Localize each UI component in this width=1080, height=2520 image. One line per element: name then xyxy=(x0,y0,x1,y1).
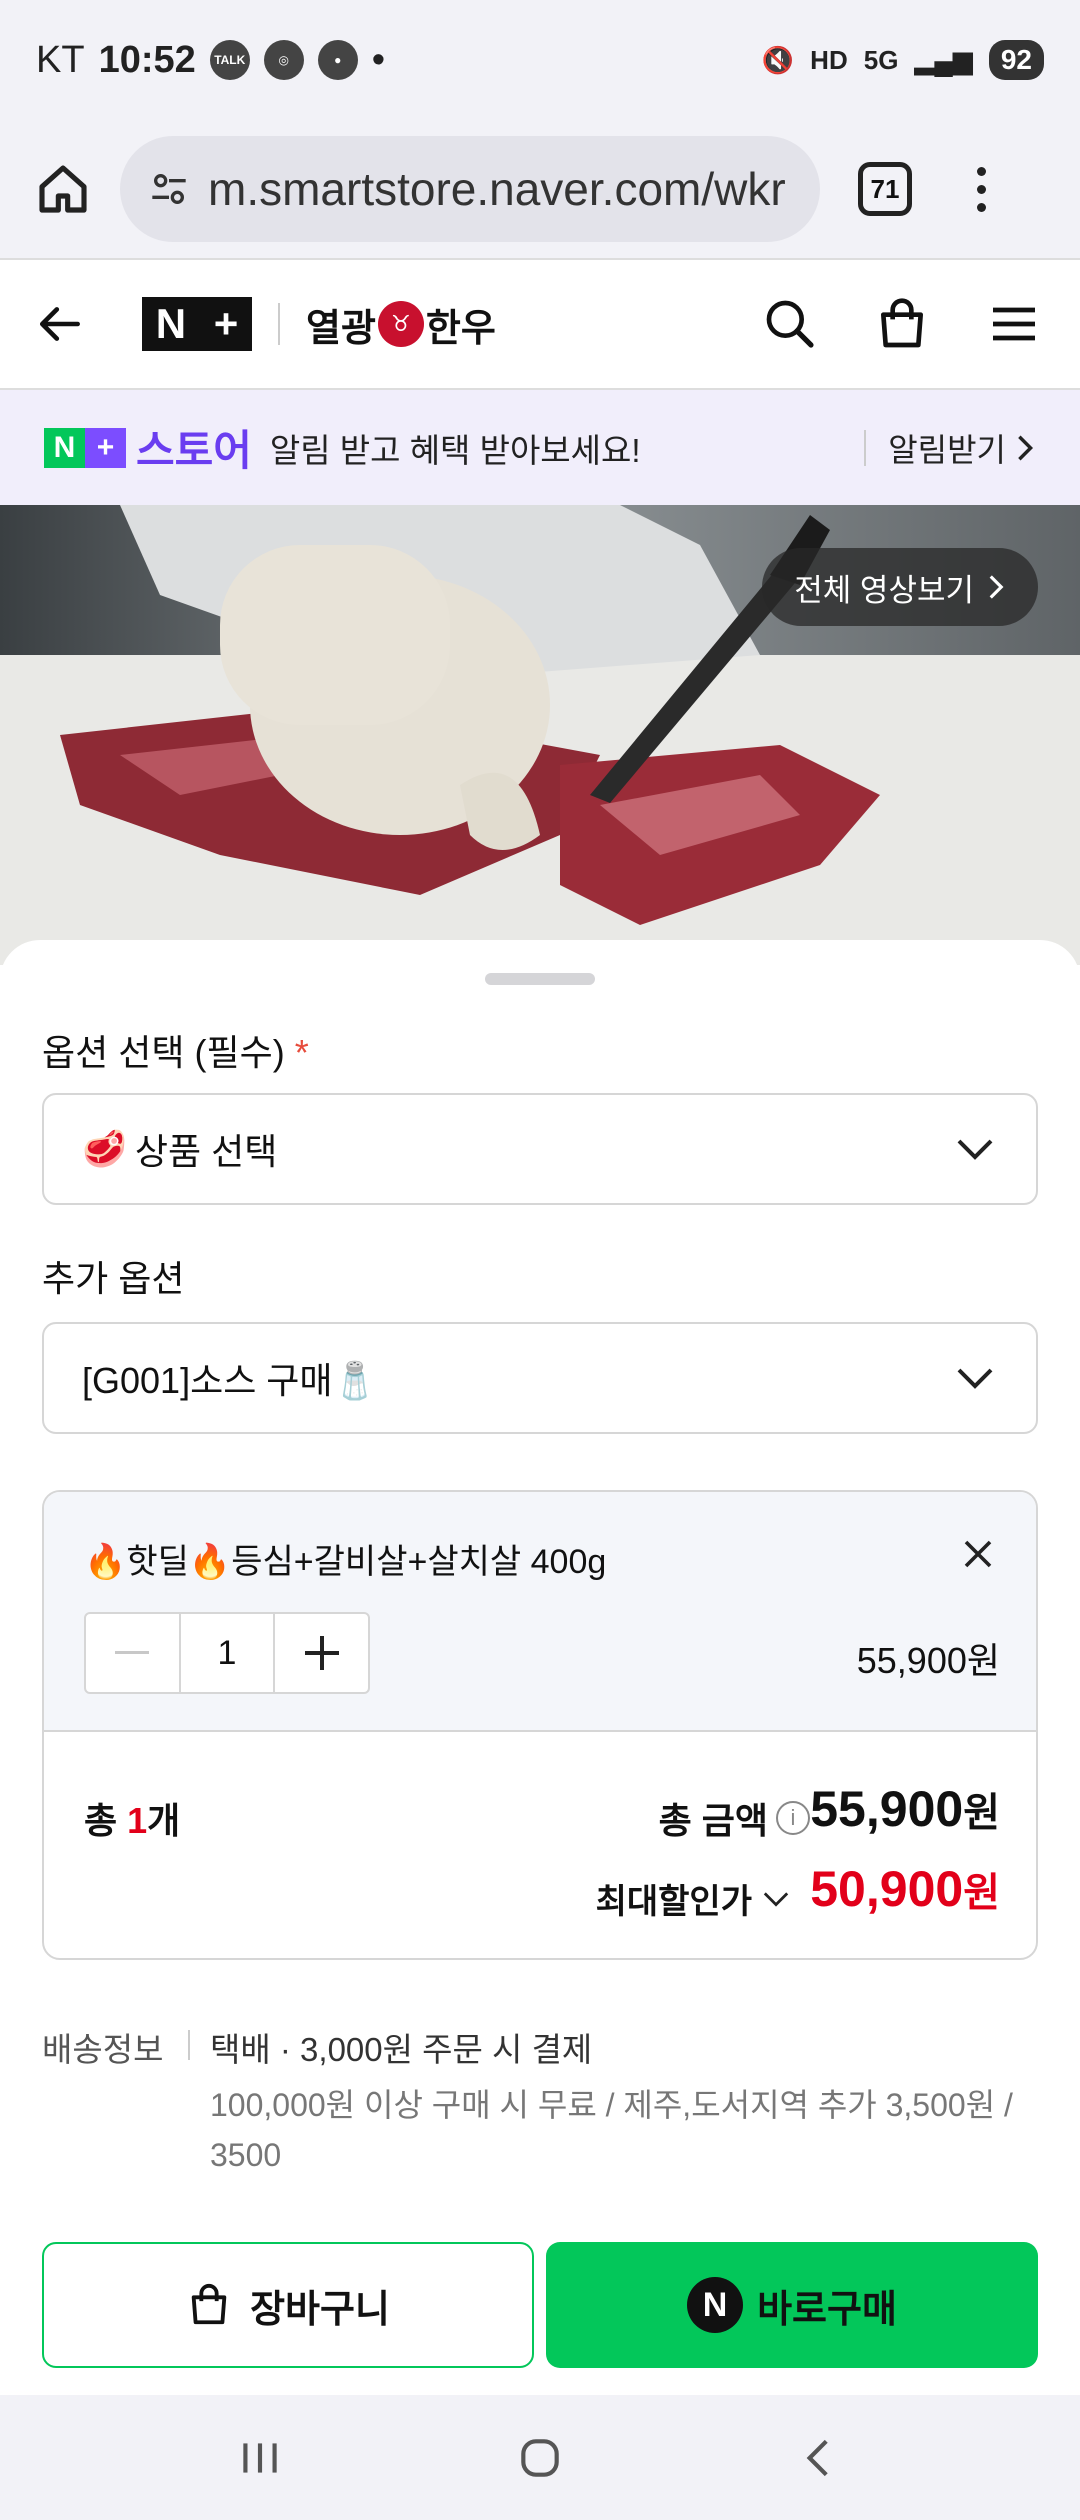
nplus-store-banner: N + 스토어 알림 받고 혜택 받아보세요! 알림받기 xyxy=(0,390,1080,505)
home-icon[interactable] xyxy=(28,154,98,224)
buy-now-button[interactable]: N 바로구매 xyxy=(546,2242,1038,2368)
5g-icon: 5G xyxy=(863,44,899,75)
browser-toolbar: m.smartstore.naver.com/wkr 71 xyxy=(0,120,1080,260)
banner-message: 알림 받고 혜택 받아보세요! xyxy=(269,431,641,469)
sheet-drag-handle[interactable] xyxy=(485,973,595,985)
chevron-right-icon xyxy=(1018,435,1034,460)
nplus-store-logo: N + 스토어 xyxy=(44,417,252,478)
notification-subscribe-button[interactable]: 알림받기 xyxy=(888,425,1036,471)
max-discount-label: 최대할인가 xyxy=(595,1883,752,1921)
option-bottom-sheet: 옵션 선택 (필수) * 🥩 상품 선택 추가 옵션 [G001]소스 구매🧂 … xyxy=(0,940,1080,2395)
selected-item-price: 55,900원 xyxy=(856,1640,1000,1681)
system-navigation-bar xyxy=(0,2395,1080,2520)
buy-now-label: 바로구매 xyxy=(757,2288,897,2331)
hd-icon: HD xyxy=(810,44,848,75)
full-video-label: 전체 영상보기 xyxy=(794,572,974,608)
naver-pay-icon: N xyxy=(687,2277,744,2333)
required-mark: * xyxy=(294,1032,309,1073)
total-count: 총 1개 xyxy=(84,1792,180,1844)
selected-item-title: 🔥핫딜🔥등심+갈비살+살치살 400g xyxy=(84,1543,607,1581)
required-option-text: 옵션 선택 (필수) xyxy=(42,1032,285,1073)
brand-prefix: 열광 xyxy=(306,307,376,350)
shopping-bag-icon[interactable] xyxy=(872,294,932,354)
brand-suffix: 한우 xyxy=(425,307,496,350)
quantity-value[interactable]: 1 xyxy=(178,1614,276,1692)
browser-menu-icon[interactable] xyxy=(966,166,996,212)
hamburger-menu-icon[interactable] xyxy=(984,294,1044,354)
url-field[interactable]: m.smartstore.naver.com/wkr xyxy=(120,136,820,242)
site-settings-icon[interactable] xyxy=(144,164,194,214)
banner-divider xyxy=(864,429,867,466)
product-option-placeholder: 상품 선택 xyxy=(134,1131,278,1172)
chevron-down-icon xyxy=(952,1355,998,1401)
meat-emoji-icon: 🥩 xyxy=(82,1128,127,1169)
store-brand-logo[interactable]: 열광 ♉ 한우 xyxy=(306,297,496,352)
mute-icon: 🔇 xyxy=(761,44,795,75)
total-amount-unit: 원 xyxy=(963,1791,1000,1835)
chevron-down-icon xyxy=(763,1891,789,1907)
back-arrow-icon[interactable] xyxy=(36,296,92,352)
chat-icon: ● xyxy=(317,40,358,80)
product-video[interactable]: 전체 영상보기 xyxy=(0,505,1080,965)
extra-option-value: [G001]소스 구매🧂 xyxy=(82,1360,378,1401)
max-discount-toggle[interactable]: 최대할인가 xyxy=(596,1874,790,1923)
total-count-suffix: 개 xyxy=(147,1800,181,1841)
tab-switcher-button[interactable]: 71 xyxy=(858,162,912,216)
add-to-cart-button[interactable]: 장바구니 xyxy=(42,2242,534,2368)
more-notifications-dot: • xyxy=(371,38,386,81)
naver-plus-logo[interactable]: N + xyxy=(142,297,252,351)
extra-option-select[interactable]: [G001]소스 구매🧂 xyxy=(42,1322,1038,1434)
full-video-button[interactable]: 전체 영상보기 xyxy=(762,548,1038,626)
max-discount-unit: 원 xyxy=(963,1871,1000,1915)
carrier-label: KT xyxy=(36,38,85,81)
recent-apps-icon[interactable] xyxy=(220,2418,300,2498)
quantity-stepper: 1 xyxy=(84,1612,370,1694)
talk-icon: TALK xyxy=(209,40,250,80)
status-bar: KT 10:52 TALK ◎ ● • 🔇 HD 5G ▂▄▆ 92 xyxy=(0,0,1080,120)
max-discount-value: 50,900 xyxy=(810,1861,964,1917)
shipping-method: 택배 · 3,000원 주문 시 결제 xyxy=(210,2031,593,2068)
shipping-conditions: 100,000원 이상 구매 시 무료 / 제주,도서지역 추가 3,500원 … xyxy=(210,2087,1013,2173)
chevron-down-icon xyxy=(952,1126,998,1172)
total-amount-label-text: 총 금액 xyxy=(658,1800,768,1841)
battery-level: 92 xyxy=(988,40,1044,80)
signal-icon: ▂▄▆ xyxy=(914,44,973,75)
shopping-bag-icon xyxy=(191,2283,227,2325)
app-notification-icon: ◎ xyxy=(263,40,304,80)
selected-item: 🔥핫딜🔥등심+갈비살+살치살 400g 1 55,900원 xyxy=(44,1492,1036,1732)
close-icon[interactable] xyxy=(956,1532,1000,1576)
total-amount-label: 총 금액 i xyxy=(659,1792,810,1844)
url-text: m.smartstore.naver.com/wkr xyxy=(208,163,786,215)
info-icon[interactable]: i xyxy=(776,1801,810,1835)
chevron-right-icon xyxy=(989,575,1004,599)
home-button-icon[interactable] xyxy=(500,2418,580,2498)
bull-logo-icon: ♉ xyxy=(377,301,424,347)
total-amount: 55,900원 xyxy=(810,1780,1000,1838)
shipping-label: 배송정보 xyxy=(42,2031,164,2068)
product-option-select[interactable]: 🥩 상품 선택 xyxy=(42,1093,1038,1205)
selected-items-box: 🔥핫딜🔥등심+갈비살+살치살 400g 1 55,900원 총 1개 총 금액 xyxy=(42,1490,1038,1960)
shipping-divider xyxy=(188,2030,190,2060)
extra-option-label: 추가 옵션 xyxy=(42,1258,185,1299)
total-count-prefix: 총 xyxy=(84,1800,128,1841)
max-discount-price: 50,900원 xyxy=(810,1860,1000,1918)
notification-subscribe-label: 알림받기 xyxy=(888,431,1006,468)
increase-quantity-button[interactable] xyxy=(275,1614,368,1692)
decrease-quantity-button[interactable] xyxy=(86,1614,179,1692)
totals-section: 총 1개 총 금액 i 55,900원 최대할인가 50,900원 xyxy=(44,1732,1036,1958)
store-header: N + 열광 ♉ 한우 xyxy=(0,260,1080,390)
system-back-icon[interactable] xyxy=(780,2418,860,2498)
required-option-label: 옵션 선택 (필수) * xyxy=(42,1024,309,1076)
search-icon[interactable] xyxy=(760,294,820,354)
total-amount-value: 55,900 xyxy=(810,1781,964,1837)
add-to-cart-label: 장바구니 xyxy=(250,2288,390,2331)
header-divider xyxy=(278,303,280,345)
clock: 10:52 xyxy=(98,38,196,81)
total-count-number: 1 xyxy=(127,1800,148,1841)
store-label: 스토어 xyxy=(136,427,252,474)
